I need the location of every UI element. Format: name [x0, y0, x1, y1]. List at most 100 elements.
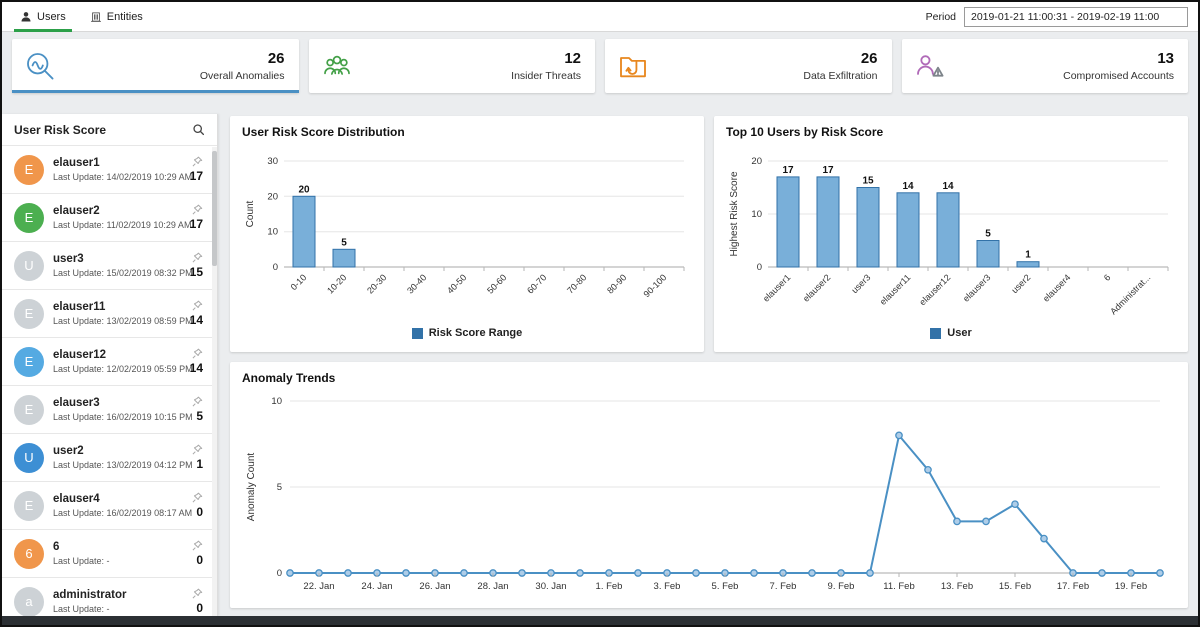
svg-text:9. Feb: 9. Feb [828, 581, 855, 592]
user-name: user2 [53, 445, 84, 457]
svg-text:elauser3: elauser3 [961, 272, 992, 303]
user-warning-icon [916, 55, 943, 77]
svg-text:20: 20 [298, 184, 310, 195]
top-users-title: Top 10 Users by Risk Score [726, 125, 884, 139]
risk-distribution-chart[interactable]: 0 10 20 30 20 0-10 5 10-20 20-30 30-40 40-50 50-60 6… [242, 141, 692, 323]
avatar: E [14, 154, 44, 185]
pin-icon[interactable] [192, 492, 203, 503]
user-name: elauser1 [53, 157, 100, 169]
user-list-item[interactable]: E elauser3 Last Update: 16/02/2019 10:15… [2, 386, 217, 434]
period-range-input[interactable]: 2019-01-21 11:00:31 - 2019-02-19 11:00 [964, 6, 1188, 27]
pin-icon[interactable] [192, 252, 203, 263]
card-data-exfiltration[interactable]: 26 Data Exfiltration [605, 39, 892, 93]
main-tabs: Users Entities [8, 2, 155, 32]
period-label: Period [925, 10, 956, 23]
user-name: elauser11 [53, 301, 106, 313]
svg-text:26. Jan: 26. Jan [419, 581, 450, 592]
svg-text:14: 14 [942, 181, 954, 192]
svg-text:1: 1 [1025, 250, 1031, 261]
svg-text:20: 20 [751, 156, 762, 167]
user-risk-score: 17 [189, 169, 203, 183]
svg-text:elauser1: elauser1 [761, 272, 792, 303]
avatar-initial: 6 [25, 546, 33, 561]
anomaly-trends-title: Anomaly Trends [242, 371, 336, 385]
svg-text:0: 0 [757, 262, 762, 273]
user-list: E elauser1 Last Update: 14/02/2019 10:29… [2, 146, 217, 616]
anomaly-trends-chart[interactable]: 0 5 10 22. Jan 24. Jan 26. Jan 28. Jan 30. Jan 1… [242, 387, 1176, 599]
svg-text:24. Jan: 24. Jan [361, 581, 392, 592]
top-users-chart[interactable]: 0 10 20 17 elauser1 17 elauser2 15 user3 14 elause… [726, 141, 1176, 323]
user-risk-score: 0 [196, 505, 203, 519]
user-name: administrator [53, 589, 127, 601]
svg-text:elauser4: elauser4 [1041, 272, 1072, 303]
svg-text:30-40: 30-40 [405, 272, 428, 295]
user-list-item[interactable]: E elauser2 Last Update: 11/02/2019 10:29… [2, 194, 217, 242]
svg-text:17: 17 [782, 165, 794, 176]
pin-icon[interactable] [192, 588, 203, 599]
search-icon[interactable] [192, 123, 205, 136]
card-insider-threats[interactable]: 12 Insider Threats [308, 39, 595, 93]
svg-text:20-30: 20-30 [365, 272, 388, 295]
svg-text:3. Feb: 3. Feb [654, 581, 681, 592]
svg-text:15: 15 [862, 176, 874, 187]
summary-cards: 26 Overall Anomalies 12 Insider Threats … [2, 32, 1198, 109]
svg-text:6: 6 [1102, 272, 1113, 283]
panel-anomaly-trends: Anomaly Trends 0 5 10 22. Jan 24. Jan 26. Jan… [230, 362, 1188, 608]
user-risk-score: 14 [189, 313, 203, 327]
top-users-legend[interactable]: User [726, 323, 1176, 343]
avatar: U [14, 250, 44, 281]
user-last-update: Last Update: 16/02/2019 08:17 AM [53, 508, 193, 518]
dashboard-main: User Risk Score Distribution 0 10 20 30 20 0-… [218, 114, 1198, 616]
svg-text:Anomaly Count: Anomaly Count [246, 453, 257, 522]
bottom-bar [2, 616, 1198, 625]
user-last-update: Last Update: 13/02/2019 04:12 PM [53, 460, 193, 470]
pin-icon[interactable] [192, 396, 203, 407]
tab-users-label: Users [37, 10, 66, 23]
user-risk-score: 15 [189, 265, 203, 279]
risk-distribution-title: User Risk Score Distribution [242, 125, 405, 139]
svg-text:1. Feb: 1. Feb [596, 581, 623, 592]
svg-text:7. Feb: 7. Feb [770, 581, 797, 592]
scrollbar-thumb[interactable] [212, 151, 217, 266]
user-list-item[interactable]: a administrator Last Update: - 0 [2, 578, 217, 616]
user-list-item[interactable]: E elauser12 Last Update: 12/02/2019 05:5… [2, 338, 217, 386]
user-name: elauser3 [53, 397, 100, 409]
user-risk-score: 0 [196, 601, 203, 615]
avatar-initial: E [24, 210, 34, 225]
pin-icon[interactable] [192, 156, 203, 167]
tab-entities[interactable]: Entities [78, 2, 155, 32]
user-list-item[interactable]: E elauser11 Last Update: 13/02/2019 08:5… [2, 290, 217, 338]
user-list-item[interactable]: 6 6 Last Update: - 0 [2, 530, 217, 578]
pin-icon[interactable] [192, 204, 203, 215]
svg-text:user2: user2 [1009, 272, 1032, 295]
sidebar-scrollbar[interactable] [212, 147, 217, 616]
svg-text:0-10: 0-10 [289, 272, 309, 292]
user-name: user3 [53, 253, 84, 265]
user-list-item[interactable]: E elauser4 Last Update: 16/02/2019 08:17… [2, 482, 217, 530]
svg-text:22. Jan: 22. Jan [303, 581, 334, 592]
svg-text:20: 20 [267, 191, 278, 202]
pin-icon[interactable] [192, 444, 203, 455]
user-list-item[interactable]: U user3 Last Update: 15/02/2019 08:32 PM… [2, 242, 217, 290]
panel-top-users: Top 10 Users by Risk Score 0 10 20 17 elause… [714, 116, 1188, 352]
card-overall-anomalies[interactable]: 26 Overall Anomalies [12, 39, 299, 93]
avatar: U [14, 442, 44, 473]
svg-text:5. Feb: 5. Feb [712, 581, 739, 592]
svg-text:10-20: 10-20 [325, 272, 348, 295]
svg-text:50-60: 50-60 [485, 272, 508, 295]
user-name: 6 [53, 541, 60, 553]
svg-text:Highest Risk Score: Highest Risk Score [729, 171, 740, 256]
pin-icon[interactable] [192, 540, 203, 551]
pin-icon[interactable] [192, 300, 203, 311]
card-compromised-accounts[interactable]: 13 Compromised Accounts [901, 39, 1188, 93]
user-risk-score: 1 [196, 457, 203, 471]
user-list-item[interactable]: E elauser1 Last Update: 14/02/2019 10:29… [2, 146, 217, 194]
user-list-item[interactable]: U user2 Last Update: 13/02/2019 04:12 PM… [2, 434, 217, 482]
app-window: Users Entities Period 2019-01-21 11:00:3… [0, 0, 1200, 627]
compromised-accounts-value: 13 [1157, 50, 1174, 67]
pin-icon[interactable] [192, 348, 203, 359]
risk-distribution-legend[interactable]: Risk Score Range [242, 323, 692, 343]
insider-threats-value: 12 [564, 50, 581, 67]
avatar: E [14, 202, 44, 233]
tab-users[interactable]: Users [8, 2, 78, 32]
